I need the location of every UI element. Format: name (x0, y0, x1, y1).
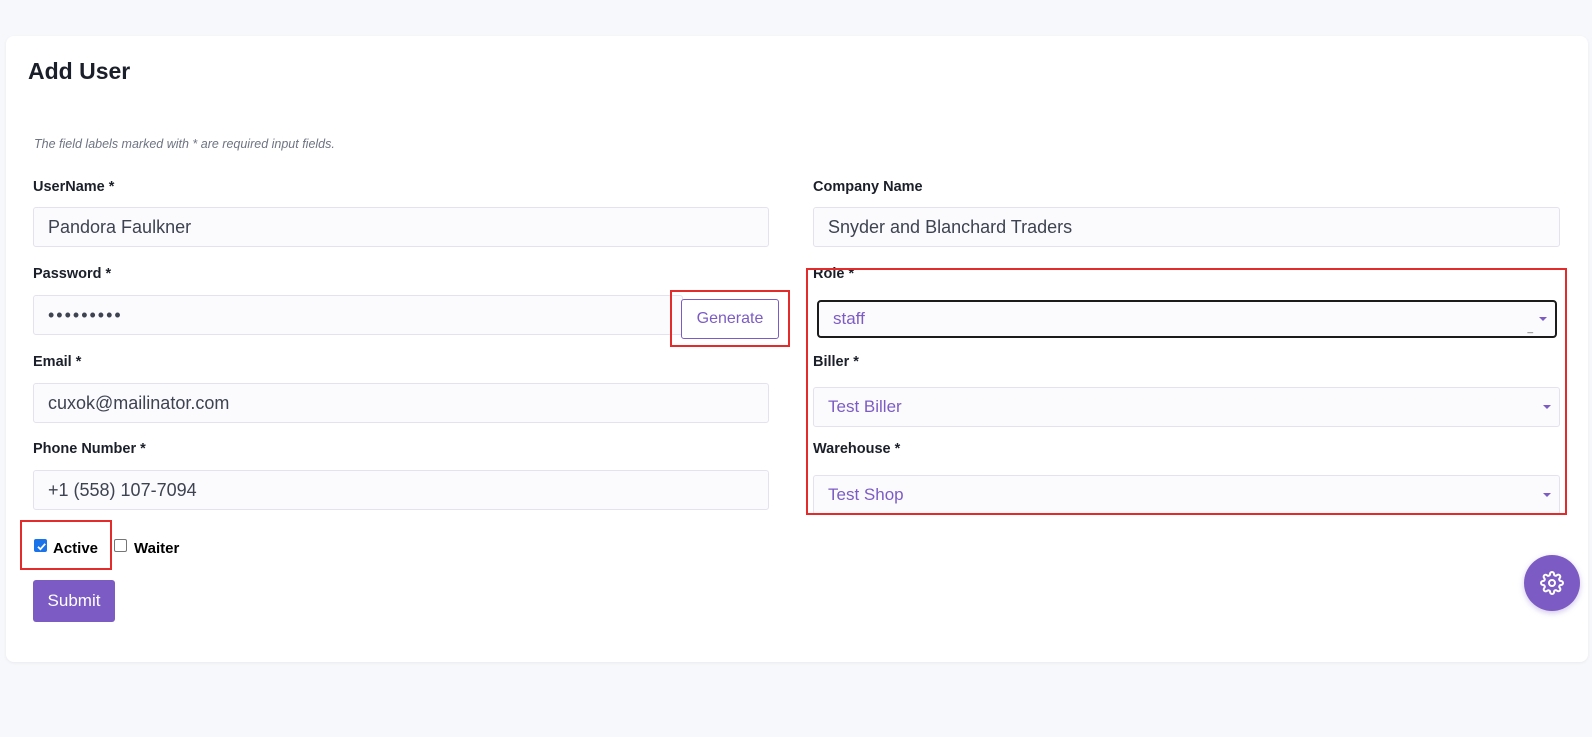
settings-button[interactable] (1524, 555, 1580, 611)
active-highlight-box (20, 520, 112, 570)
company-input[interactable]: Snyder and Blanchard Traders (813, 207, 1560, 247)
phone-label: Phone Number * (33, 441, 146, 457)
submit-button[interactable]: Submit (33, 580, 115, 622)
phone-input[interactable]: +1 (558) 107-7094 (33, 470, 769, 510)
password-label: Password * (33, 266, 112, 282)
company-label: Company Name (813, 179, 923, 195)
username-input[interactable]: Pandora Faulkner (33, 207, 769, 247)
waiter-checkbox[interactable] (114, 539, 127, 552)
generate-highlight-box (670, 290, 790, 347)
email-input[interactable]: cuxok@mailinator.com (33, 383, 769, 423)
password-input[interactable]: ••••••••• (33, 295, 683, 335)
page-title: Add User (28, 58, 131, 84)
email-label: Email * (33, 354, 82, 370)
role-biller-warehouse-highlight-box (806, 268, 1567, 515)
username-label: UserName * (33, 179, 115, 195)
required-note: The field labels marked with * are requi… (34, 137, 335, 151)
gear-icon (1540, 571, 1564, 595)
waiter-label: Waiter (134, 540, 180, 557)
